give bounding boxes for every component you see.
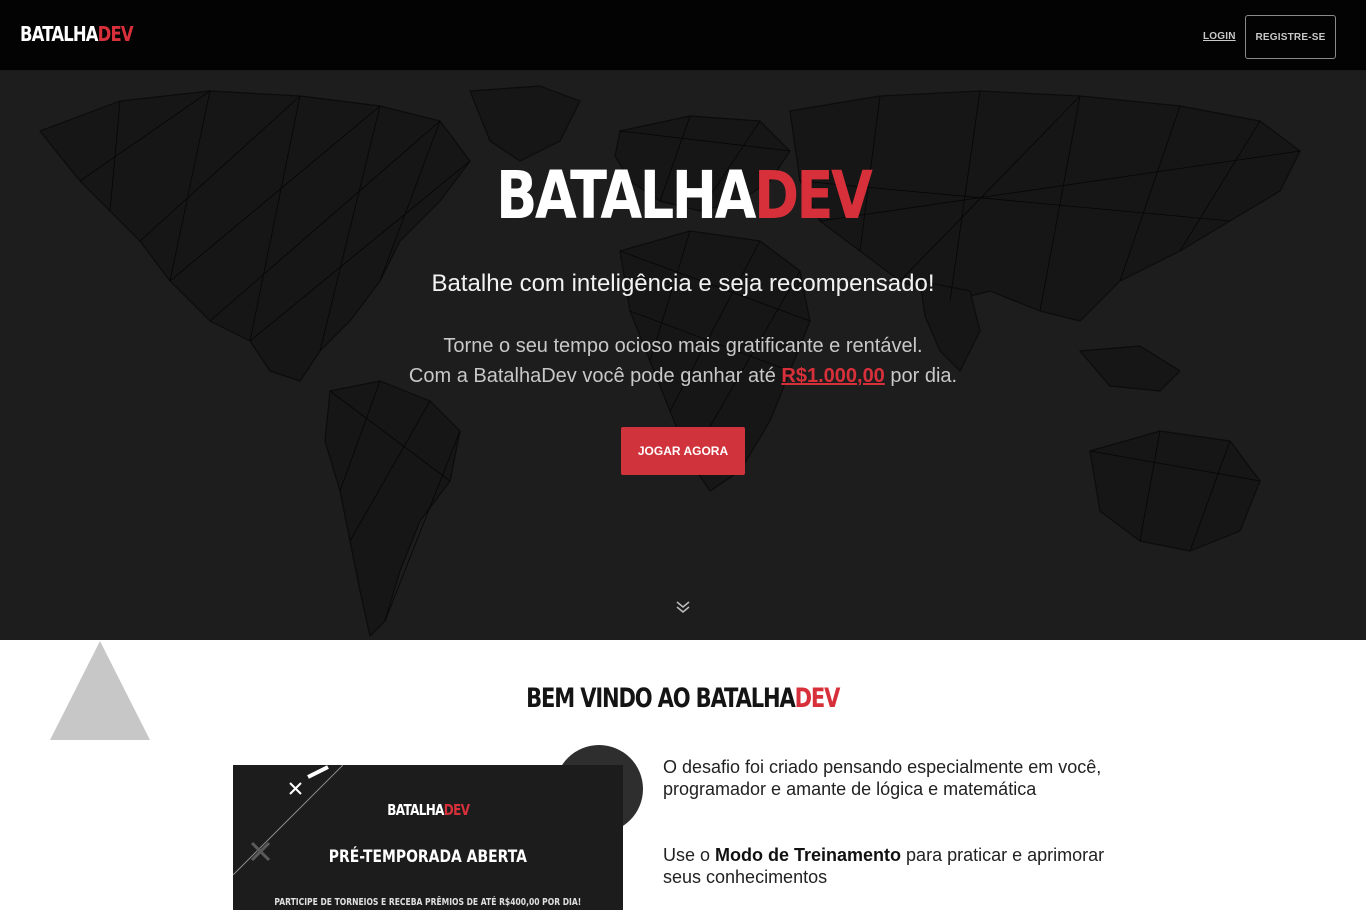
- prize-amount-link[interactable]: R$1.000,00: [781, 365, 884, 387]
- hero-section: BATALHADEV Batalhe com inteligência e se…: [0, 71, 1366, 640]
- welcome-title-text: BEM VINDO AO BATALHA: [526, 683, 796, 714]
- hero-subtitle-suffix: por dia.: [884, 365, 958, 387]
- hero-logo: BATALHADEV: [0, 159, 1366, 233]
- hero-subtitle-line1: Torne o seu tempo ocioso mais gratifican…: [443, 335, 923, 357]
- hero-logo-dev: DEV: [753, 157, 873, 234]
- hero-subtitle: Torne o seu tempo ocioso mais gratifican…: [0, 331, 1366, 391]
- banner-logo-dev: DEV: [443, 801, 470, 819]
- description-paragraph-2: Use o Modo de Treinamento para praticar …: [663, 844, 1123, 888]
- navbar: BATALHADEV LOGIN REGISTRE-SE: [0, 0, 1366, 71]
- welcome-title-dev: DEV: [794, 683, 841, 714]
- desc2-prefix: Use o: [663, 845, 716, 865]
- training-mode-text: Modo de Treinamento: [715, 845, 902, 865]
- double-chevron-down-icon[interactable]: [674, 599, 692, 615]
- banner-title: PRÉ-TEMPORADA ABERTA: [233, 847, 623, 867]
- hero-headline: Batalhe com inteligência e seja recompen…: [431, 270, 935, 297]
- banner-title-text: PRÉ-TEMPORADA ABERTA: [328, 847, 528, 867]
- play-now-button[interactable]: JOGAR AGORA: [621, 427, 745, 475]
- close-x-icon: [289, 782, 302, 795]
- banner-description: PARTICIPE DE TORNEIOS E RECEBA PRÊMIOS D…: [233, 897, 623, 908]
- logo-text-dev: DEV: [97, 22, 134, 46]
- logo-text-batalha: BATALHA: [20, 22, 98, 46]
- banner-logo-batalha: BATALHA: [386, 801, 444, 819]
- banner-decoration: [233, 765, 344, 876]
- hero-subtitle-prefix: Com a BatalhaDev você pode ganhar até: [408, 365, 782, 387]
- preseason-banner[interactable]: BATALHADEV PRÉ-TEMPORADA ABERTA PARTICIP…: [233, 765, 623, 910]
- login-link[interactable]: LOGIN: [1203, 31, 1236, 42]
- register-button[interactable]: REGISTRE-SE: [1245, 15, 1336, 59]
- description-paragraph-1: O desafio foi criado pensando especialme…: [663, 757, 1102, 799]
- hero-subtitle-line2: Com a BatalhaDev você pode ganhar até R$…: [0, 361, 1366, 391]
- hero-logo-batalha: BATALHA: [495, 157, 756, 234]
- site-logo[interactable]: BATALHADEV: [20, 22, 134, 46]
- welcome-title: BEM VINDO AO BATALHADEV: [0, 683, 1366, 715]
- banner-logo: BATALHADEV: [233, 801, 623, 819]
- banner-description-text: PARTICIPE DE TORNEIOS E RECEBA PRÊMIOS D…: [274, 897, 582, 908]
